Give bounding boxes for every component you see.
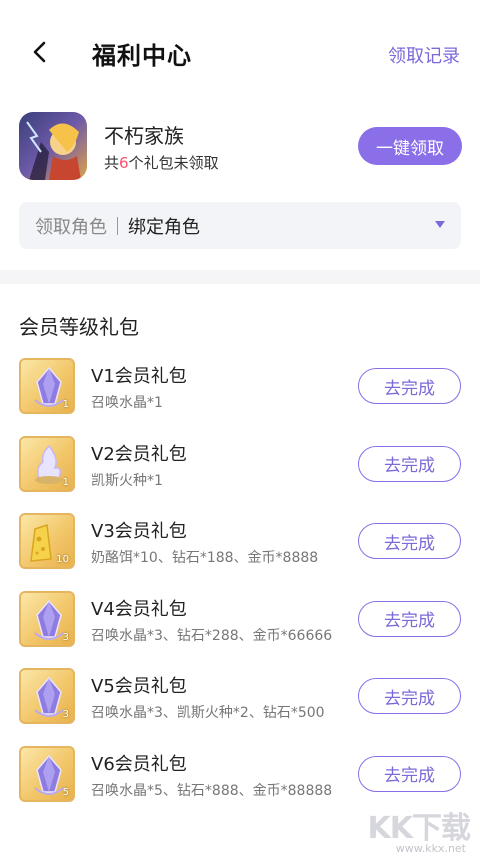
gift-description: 召唤水晶*3、钻石*288、金币*66666 bbox=[91, 627, 333, 644]
complete-button[interactable]: 去完成 bbox=[358, 755, 461, 792]
role-label: 领取角色 bbox=[35, 216, 107, 238]
gift-description: 召唤水晶*1 bbox=[91, 395, 163, 411]
game-card: 不朽家族 共6个礼包未领取 一键领取 领取角色 绑定角色 bbox=[0, 100, 480, 270]
gift-row: 1 V1会员礼包召唤水晶*1 去完成 bbox=[0, 354, 480, 432]
role-value: 绑定角色 bbox=[128, 216, 200, 238]
claim-all-button[interactable]: 一键领取 bbox=[358, 127, 462, 165]
gift-description: 奶酪饵*10、钻石*188、金币*8888 bbox=[91, 550, 319, 566]
page-title: 福利中心 bbox=[92, 42, 192, 70]
gift-name: V5会员礼包 bbox=[91, 676, 187, 697]
pending-prefix: 共 bbox=[104, 154, 120, 172]
gift-name: V4会员礼包 bbox=[91, 598, 187, 620]
gift-description: 凯斯火种*1 bbox=[91, 472, 163, 489]
gift-quantity: 3 bbox=[62, 631, 69, 643]
back-button[interactable] bbox=[24, 36, 56, 68]
purple-crystal-icon: 1 bbox=[19, 358, 75, 414]
divider bbox=[117, 216, 118, 235]
purple-crystal-icon: 3 bbox=[19, 590, 75, 647]
gift-row: 3 V5会员礼包召唤水晶*3、凯斯火种*2、钻石*500 去完成 bbox=[0, 664, 480, 742]
caret-down-icon bbox=[435, 221, 445, 228]
header: 福利中心 领取记录 bbox=[0, 0, 480, 100]
complete-button[interactable]: 去完成 bbox=[358, 445, 461, 482]
pending-gifts-text: 共6个礼包未领取 bbox=[104, 152, 219, 173]
watermark-url: www.kkx.net bbox=[395, 842, 466, 855]
game-name: 不朽家族 bbox=[104, 124, 184, 148]
purple-crystal-icon: 3 bbox=[19, 668, 75, 724]
complete-button[interactable]: 去完成 bbox=[358, 523, 461, 559]
gift-row: 3 V4会员礼包召唤水晶*3、钻石*288、金币*66666 去完成 bbox=[0, 587, 480, 665]
gift-name: V6会员礼包 bbox=[91, 753, 187, 775]
watermark: KK下载 www.kkx.net bbox=[352, 803, 472, 855]
gift-description: 召唤水晶*5、钻石*888、金币*88888 bbox=[91, 782, 333, 799]
gift-list: 1 V1会员礼包召唤水晶*1 去完成 1 V2会员礼包凯斯火种*1 去完成 10 V3会员礼包… bbox=[0, 354, 480, 819]
gift-quantity: 1 bbox=[62, 399, 69, 410]
fire-seed-icon: 1 bbox=[19, 435, 75, 492]
pending-suffix: 个礼包未领取 bbox=[128, 154, 219, 172]
gift-quantity: 10 bbox=[56, 554, 69, 565]
pending-count: 6 bbox=[119, 154, 129, 172]
chevron-left-icon bbox=[33, 41, 46, 63]
gift-quantity: 1 bbox=[62, 476, 69, 488]
gift-quantity: 5 bbox=[62, 786, 69, 798]
complete-button[interactable]: 去完成 bbox=[358, 678, 461, 714]
section-divider bbox=[0, 270, 480, 284]
gift-name: V1会员礼包 bbox=[91, 366, 187, 387]
purple-crystal-icon: 5 bbox=[19, 745, 75, 802]
complete-button[interactable]: 去完成 bbox=[358, 600, 461, 637]
gift-description: 召唤水晶*3、凯斯火种*2、钻石*500 bbox=[91, 705, 325, 721]
game-icon bbox=[19, 112, 87, 180]
claim-records-link[interactable]: 领取记录 bbox=[388, 42, 460, 68]
watermark-logo: KK下载 bbox=[367, 811, 471, 846]
cheese-bait-icon: 10 bbox=[19, 513, 75, 569]
section-title: 会员等级礼包 bbox=[19, 315, 139, 339]
gift-name: V3会员礼包 bbox=[91, 521, 187, 542]
gift-name: V2会员礼包 bbox=[91, 443, 187, 465]
role-select[interactable]: 领取角色 绑定角色 bbox=[19, 202, 461, 249]
complete-button[interactable]: 去完成 bbox=[358, 368, 461, 404]
gift-row: 10 V3会员礼包奶酪饵*10、钻石*188、金币*8888 去完成 bbox=[0, 509, 480, 587]
gift-row: 1 V2会员礼包凯斯火种*1 去完成 bbox=[0, 432, 480, 510]
gift-quantity: 3 bbox=[62, 709, 69, 720]
